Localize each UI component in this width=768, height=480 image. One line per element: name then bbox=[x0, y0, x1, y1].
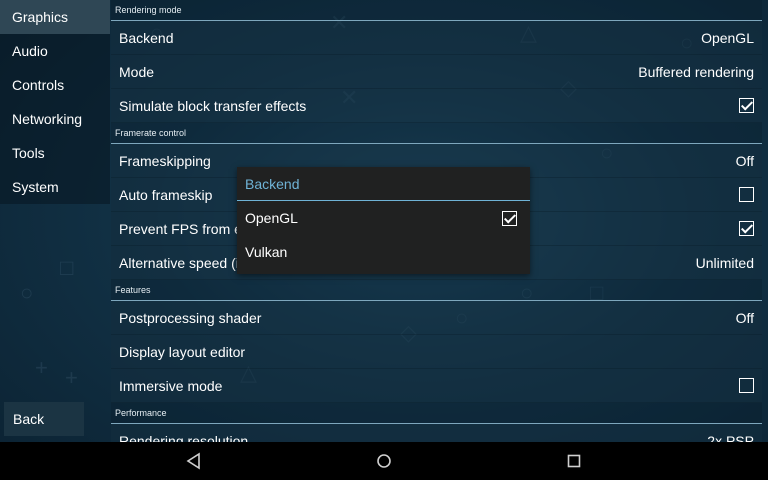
back-button[interactable]: Back bbox=[4, 402, 84, 436]
setting-simulate-block-transfer[interactable]: Simulate block transfer effects bbox=[111, 89, 762, 123]
setting-value: 2x PSP bbox=[707, 432, 754, 443]
setting-label: Alternative speed (in bbox=[119, 254, 247, 271]
sidebar-item-controls[interactable]: Controls bbox=[0, 68, 110, 102]
setting-label: Prevent FPS from ex bbox=[119, 220, 249, 237]
sidebar-item-networking[interactable]: Networking bbox=[0, 102, 110, 136]
setting-backend[interactable]: Backend OpenGL bbox=[111, 21, 762, 55]
popup-option-vulkan[interactable]: Vulkan bbox=[237, 235, 530, 269]
setting-mode[interactable]: Mode Buffered rendering bbox=[111, 55, 762, 89]
popup-title: Backend bbox=[237, 167, 530, 201]
popup-option-opengl[interactable]: OpenGL bbox=[237, 201, 530, 235]
option-label: Vulkan bbox=[245, 244, 288, 260]
setting-label: Simulate block transfer effects bbox=[119, 97, 307, 114]
system-nav-bar bbox=[0, 442, 768, 480]
backend-popup: Backend OpenGL Vulkan bbox=[237, 167, 530, 274]
checkbox-unchecked[interactable] bbox=[739, 378, 754, 393]
checkbox-unchecked[interactable] bbox=[739, 187, 754, 202]
checkbox-checked[interactable] bbox=[739, 221, 754, 236]
setting-label: Frameskipping bbox=[119, 152, 211, 169]
option-label: OpenGL bbox=[245, 210, 298, 226]
setting-label: Postprocessing shader bbox=[119, 309, 262, 326]
setting-value: Buffered rendering bbox=[638, 63, 754, 80]
setting-postprocessing-shader[interactable]: Postprocessing shader Off bbox=[111, 301, 762, 335]
sidebar: Graphics Audio Controls Networking Tools… bbox=[0, 0, 110, 204]
setting-value: Off bbox=[735, 309, 754, 326]
setting-label: Display layout editor bbox=[119, 343, 246, 360]
section-header-performance: Performance bbox=[111, 403, 762, 424]
setting-label: Immersive mode bbox=[119, 377, 223, 394]
setting-value: Unlimited bbox=[695, 254, 754, 271]
setting-immersive-mode[interactable]: Immersive mode bbox=[111, 369, 762, 403]
setting-rendering-resolution[interactable]: Rendering resolution 2x PSP bbox=[111, 424, 762, 442]
setting-label: Mode bbox=[119, 63, 155, 80]
recents-square-icon[interactable] bbox=[564, 451, 584, 471]
setting-label: Rendering resolution bbox=[119, 432, 249, 443]
section-header-framerate-control: Framerate control bbox=[111, 123, 762, 144]
section-header-features: Features bbox=[111, 280, 762, 301]
setting-value: OpenGL bbox=[701, 29, 754, 46]
setting-display-layout-editor[interactable]: Display layout editor bbox=[111, 335, 762, 369]
home-circle-icon[interactable] bbox=[374, 451, 394, 471]
setting-label: Auto frameskip bbox=[119, 186, 213, 203]
checkbox-checked[interactable] bbox=[739, 98, 754, 113]
back-triangle-icon[interactable] bbox=[184, 451, 204, 471]
sidebar-item-graphics[interactable]: Graphics bbox=[0, 0, 110, 34]
sidebar-item-audio[interactable]: Audio bbox=[0, 34, 110, 68]
sidebar-item-tools[interactable]: Tools bbox=[0, 136, 110, 170]
setting-label: Backend bbox=[119, 29, 174, 46]
sidebar-item-system[interactable]: System bbox=[0, 170, 110, 204]
checkbox-checked[interactable] bbox=[502, 210, 517, 226]
section-header-rendering-mode: Rendering mode bbox=[111, 0, 762, 21]
setting-value: Off bbox=[735, 152, 754, 169]
